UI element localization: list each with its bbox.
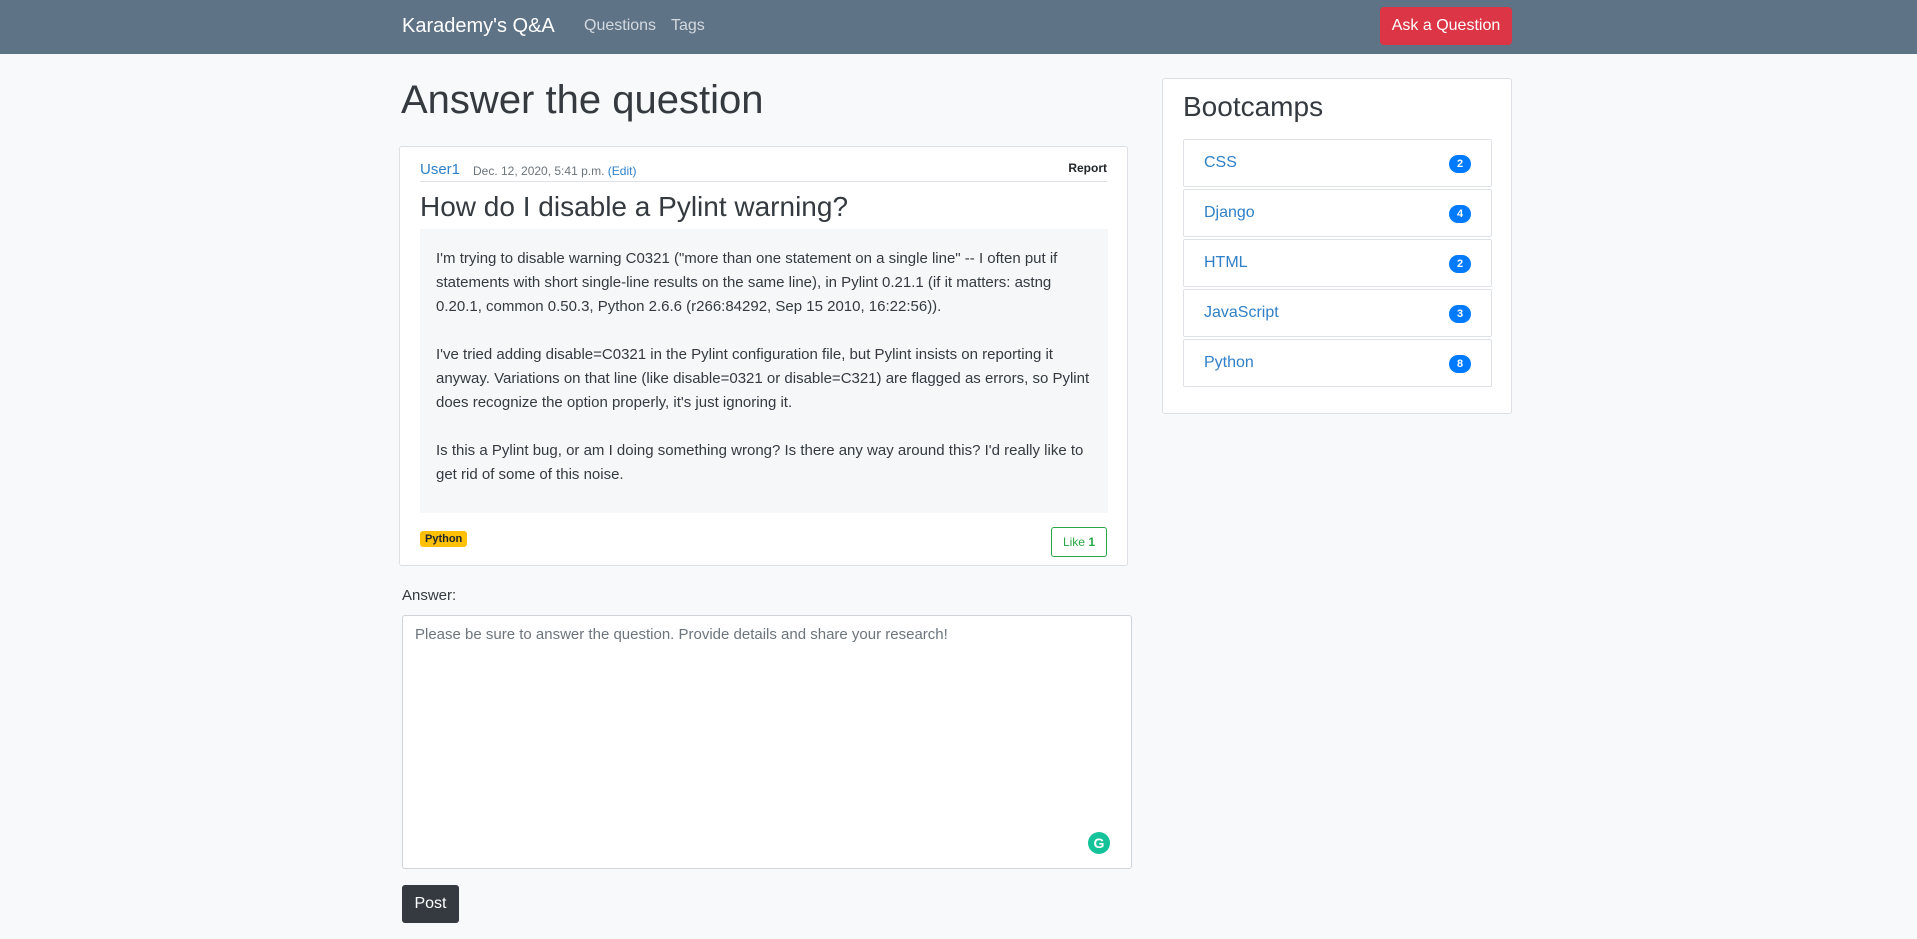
bootcamp-item-html[interactable]: HTML 2 <box>1183 239 1492 287</box>
navbar: Karademy's Q&A Questions Tags Ask a Ques… <box>0 0 1917 54</box>
nav-questions-link[interactable]: Questions <box>584 17 656 35</box>
bootcamp-item-django[interactable]: Django 4 <box>1183 189 1492 237</box>
page-title: Answer the question <box>401 78 764 122</box>
bootcamp-label: HTML <box>1204 254 1248 271</box>
edit-link[interactable]: (Edit) <box>608 164 637 178</box>
ask-question-button[interactable]: Ask a Question <box>1380 7 1512 45</box>
tag-python[interactable]: Python <box>420 531 468 547</box>
report-link[interactable]: Report <box>1068 161 1107 175</box>
bootcamp-label: Python <box>1204 354 1254 371</box>
like-button[interactable]: Like 1 <box>1051 527 1107 557</box>
question-paragraph: Is this a Pylint bug, or am I doing some… <box>436 442 1084 483</box>
answer-label: Answer: <box>402 587 457 604</box>
answer-textarea[interactable] <box>402 615 1132 869</box>
bootcamps-card: Bootcamps CSS 2 Django 4 HTML 2 JavaScri… <box>1162 78 1512 414</box>
count-badge: 3 <box>1449 305 1471 323</box>
count-badge: 2 <box>1449 255 1471 273</box>
bootcamp-item-python[interactable]: Python 8 <box>1183 339 1492 387</box>
grammarly-icon[interactable]: G <box>1088 832 1110 854</box>
bootcamp-label: Django <box>1204 204 1255 221</box>
bootcamp-label: JavaScript <box>1204 304 1279 321</box>
bootcamps-title: Bootcamps <box>1183 91 1324 122</box>
question-paragraph: I'm trying to disable warning C0321 ("mo… <box>436 250 1058 315</box>
question-body: I'm trying to disable warning C0321 ("mo… <box>420 229 1108 513</box>
bootcamp-item-css[interactable]: CSS 2 <box>1183 139 1492 187</box>
question-card: User1 Dec. 12, 2020, 5:41 p.m. (Edit) Re… <box>399 146 1128 566</box>
question-date: Dec. 12, 2020, 5:41 p.m. (Edit) <box>473 164 636 178</box>
post-button[interactable]: Post <box>402 885 459 923</box>
nav-tags-link[interactable]: Tags <box>671 17 705 35</box>
question-paragraph: I've tried adding disable=C0321 in the P… <box>436 346 1090 411</box>
bootcamp-label: CSS <box>1204 154 1237 171</box>
count-badge: 4 <box>1449 205 1471 223</box>
question-date-text: Dec. 12, 2020, 5:41 p.m. <box>473 164 605 178</box>
brand-link[interactable]: Karademy's Q&A <box>402 15 555 38</box>
count-badge: 8 <box>1449 355 1471 373</box>
count-badge: 2 <box>1449 155 1471 173</box>
question-meta: User1 Dec. 12, 2020, 5:41 p.m. (Edit) Re… <box>420 161 1107 182</box>
question-title: How do I disable a Pylint warning? <box>420 191 849 222</box>
author-link[interactable]: User1 <box>420 161 460 178</box>
bootcamp-item-javascript[interactable]: JavaScript 3 <box>1183 289 1492 337</box>
like-label: Like <box>1062 535 1085 549</box>
bootcamps-list: CSS 2 Django 4 HTML 2 JavaScript 3 Pytho… <box>1183 139 1492 389</box>
like-count: 1 <box>1088 535 1096 549</box>
